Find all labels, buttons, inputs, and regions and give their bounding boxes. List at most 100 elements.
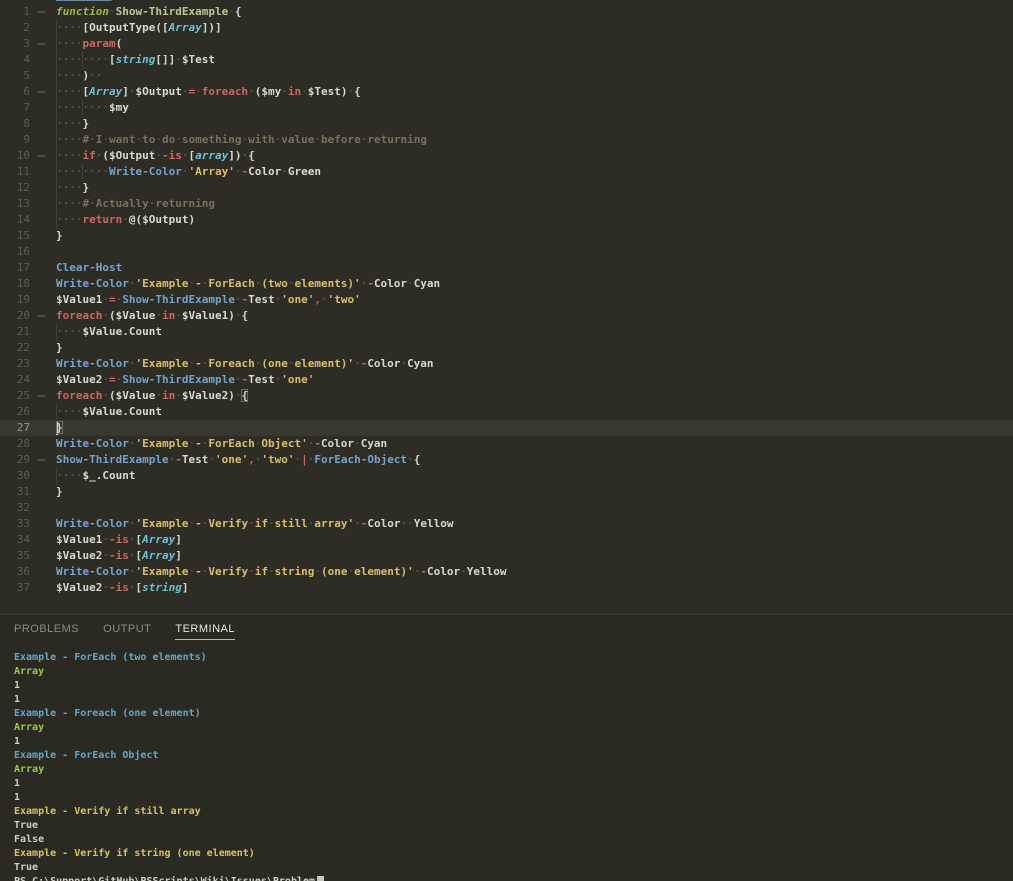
fold-collapse-icon [37,155,45,157]
editor-line[interactable]: 22} [0,340,1013,356]
indent-guide [82,100,83,116]
fold-toggle[interactable] [30,36,56,52]
line-number: 9 [0,132,30,148]
editor-line[interactable]: 7········$my [0,100,1013,116]
fold-toggle[interactable] [30,308,56,324]
indent-guide [56,84,57,100]
code-text: ····#·I·want·to·do·something·with·value·… [56,132,1013,148]
editor-line[interactable]: 13····#·Actually·returning [0,196,1013,212]
tab-terminal[interactable]: TERMINAL [175,623,235,640]
terminal-output[interactable]: Example - ForEach (two elements)Array11E… [0,643,1013,881]
editor-line[interactable]: 30····$_.Count [0,468,1013,484]
editor-line[interactable]: 17Clear-Host [0,260,1013,276]
fold-collapse-icon [37,91,45,93]
indent-guide [56,148,57,164]
editor-line[interactable]: 12····} [0,180,1013,196]
indent-guide [56,164,57,180]
line-number: 4 [0,52,30,68]
editor-line[interactable]: 2····[OutputType([Array])] [0,20,1013,36]
editor-line[interactable]: 27} [0,420,1013,436]
editor-line[interactable]: 14····return·@($Output) [0,212,1013,228]
terminal-block-cursor [317,876,324,881]
editor-line[interactable]: 23Write-Color·'Example·-·Foreach·(one·el… [0,356,1013,372]
indent-guide [56,196,57,212]
fold-gutter [30,196,56,212]
editor-line[interactable]: 35$Value2·-is·[Array] [0,548,1013,564]
indent-guide [56,100,57,116]
terminal-line: Array [14,763,1013,777]
editor-line[interactable]: 6····[Array]·$Output·=·foreach·($my·in·$… [0,84,1013,100]
fold-toggle[interactable] [30,452,56,468]
editor-line[interactable]: 11········Write-Color·'Array'·-Color·Gre… [0,164,1013,180]
editor-line[interactable]: 29Show-ThirdExample·-Test·'one',·'two'·|… [0,452,1013,468]
fold-gutter [30,436,56,452]
terminal-prompt[interactable]: PS C:\Support\GitHub\PSScripts\Wiki\Issu… [14,875,1013,881]
editor-line[interactable]: 25foreach·($Value·in·$Value2)·{ [0,388,1013,404]
editor-line[interactable]: 34$Value1·-is·[Array] [0,532,1013,548]
editor-line[interactable]: 4········[string[]]·$Test [0,52,1013,68]
editor-line[interactable]: 18Write-Color·'Example·-·ForEach·(two·el… [0,276,1013,292]
terminal-line: False [14,833,1013,847]
indent-guide [56,68,57,84]
bottom-panel: PROBLEMS OUTPUT TERMINAL Example - ForEa… [0,614,1013,881]
fold-toggle[interactable] [30,388,56,404]
indent-guide [56,180,57,196]
code-text: Show-ThirdExample·-Test·'one',·'two'·|·F… [56,452,1013,468]
editor-line[interactable]: 1function·Show-ThirdExample·{ [0,4,1013,20]
line-number: 26 [0,404,30,420]
editor-line[interactable]: 28Write-Color·'Example·-·ForEach·Object'… [0,436,1013,452]
editor-line[interactable]: 20foreach·($Value·in·$Value1)·{ [0,308,1013,324]
line-number: 2 [0,20,30,36]
editor-line[interactable]: 10····if·($Output·-is·[array])·{ [0,148,1013,164]
indent-guide [82,164,83,180]
line-number: 37 [0,580,30,596]
tab-problems[interactable]: PROBLEMS [14,623,79,639]
line-number: 24 [0,372,30,388]
editor-line[interactable]: 15} [0,228,1013,244]
indent-guide [56,132,57,148]
indent-guide [56,36,57,52]
code-text: Write-Color·'Example·-·ForEach·Object'·-… [56,436,1013,452]
code-editor[interactable]: 3 references 1function·Show-ThirdExample… [0,0,1013,614]
line-number: 30 [0,468,30,484]
editor-line[interactable]: 16 [0,244,1013,260]
tab-output[interactable]: OUTPUT [103,623,151,639]
code-text: Write-Color·'Example·-·Verify·if·still·a… [56,516,1013,532]
terminal-line: Example - Foreach (one element) [14,707,1013,721]
editor-line[interactable]: 3····param( [0,36,1013,52]
editor-line[interactable]: 33Write-Color·'Example·-·Verify·if·still… [0,516,1013,532]
fold-toggle[interactable] [30,148,56,164]
fold-gutter [30,100,56,116]
editor-line[interactable]: 19$Value1·=·Show-ThirdExample·-Test·'one… [0,292,1013,308]
editor-line[interactable]: 9 ····#·I·want·to·do·something·with·value… [0,132,1013,148]
editor-line[interactable]: 37$Value2·-is·[string] [0,580,1013,596]
editor-line[interactable]: 21····$Value.Count [0,324,1013,340]
line-number: 36 [0,564,30,580]
line-number: 12 [0,180,30,196]
code-text: Clear-Host [56,260,1013,276]
terminal-line: Example - Verify if string (one element) [14,847,1013,861]
editor-line[interactable]: 36Write-Color·'Example·-·Verify·if·strin… [0,564,1013,580]
fold-toggle[interactable] [30,4,56,20]
terminal-line: Example - ForEach Object [14,749,1013,763]
editor-line[interactable]: 31} [0,484,1013,500]
line-number: 7 [0,100,30,116]
editor-line[interactable]: 8····} [0,116,1013,132]
indent-guide [56,468,57,484]
fold-toggle[interactable] [30,84,56,100]
code-text: $Value2·=·Show-ThirdExample·-Test·'one' [56,372,1013,388]
editor-line[interactable]: 32 [0,500,1013,516]
terminal-line: Example - Verify if still array [14,805,1013,819]
indent-guide [56,324,57,340]
code-text: foreach·($Value·in·$Value1)·{ [56,308,1013,324]
editor-line[interactable]: 24 $Value2·=·Show-ThirdExample·-Test·'one… [0,372,1013,388]
fold-gutter [30,324,56,340]
indent-guide [56,212,57,228]
code-text: } [56,484,1013,500]
terminal-line: True [14,861,1013,875]
fold-gutter [30,356,56,372]
code-text: } [56,420,1013,436]
fold-gutter [30,132,56,148]
editor-line[interactable]: 5····)·· [0,68,1013,84]
editor-line[interactable]: 26····$Value.Count [0,404,1013,420]
